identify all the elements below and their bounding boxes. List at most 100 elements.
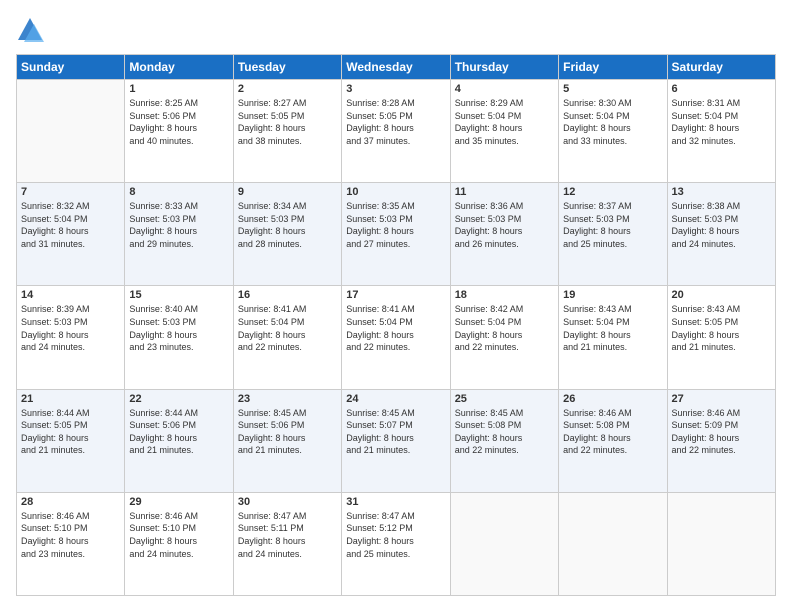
day-info: Sunrise: 8:34 AM Sunset: 5:03 PM Dayligh… [238, 200, 337, 250]
calendar-day-cell: 17Sunrise: 8:41 AM Sunset: 5:04 PM Dayli… [342, 286, 450, 389]
calendar-day-cell: 1 Sunrise: 8:25 AM Sunset: 5:06 PM Daylig… [125, 80, 233, 183]
calendar-day-cell: 16Sunrise: 8:41 AM Sunset: 5:04 PM Dayli… [233, 286, 341, 389]
calendar-day-cell: 9 Sunrise: 8:34 AM Sunset: 5:03 PM Daylig… [233, 183, 341, 286]
day-number: 24 [346, 393, 445, 405]
weekday-header: Saturday [667, 55, 775, 80]
calendar-day-cell: 14 Sunrise: 8:39 AM Sunset: 5:03 PM Dayli… [17, 286, 125, 389]
day-info: Sunrise: 8:39 AM Sunset: 5:03 PM Dayligh… [21, 303, 120, 353]
day-info: Sunrise: 8:44 AM Sunset: 5:05 PM Dayligh… [21, 407, 120, 457]
calendar-day-cell: 20 Sunrise: 8:43 AM Sunset: 5:05 PM Dayli… [667, 286, 775, 389]
day-number: 5 [563, 83, 662, 95]
calendar-day-cell: 8 Sunrise: 8:33 AM Sunset: 5:03 PM Daylig… [125, 183, 233, 286]
day-info: Sunrise: 8:44 AM Sunset: 5:06 PM Dayligh… [129, 407, 228, 457]
calendar-day-cell: 11 Sunrise: 8:36 AM Sunset: 5:03 PM Dayli… [450, 183, 558, 286]
day-number: 3 [346, 83, 445, 95]
weekday-header: Friday [559, 55, 667, 80]
day-number: 19 [563, 289, 662, 301]
calendar-day-cell: 18 Sunrise: 8:42 AM Sunset: 5:04 PM Dayli… [450, 286, 558, 389]
calendar-day-cell: 29Sunrise: 8:46 AM Sunset: 5:10 PM Dayli… [125, 492, 233, 595]
day-number: 30 [238, 496, 337, 508]
calendar-day-cell [17, 80, 125, 183]
day-info: Sunrise: 8:27 AM Sunset: 5:05 PM Dayligh… [238, 97, 337, 147]
day-number: 16 [238, 289, 337, 301]
calendar-header-row: SundayMondayTuesdayWednesdayThursdayFrid… [17, 55, 776, 80]
day-number: 21 [21, 393, 120, 405]
calendar-day-cell: 31 Sunrise: 8:47 AM Sunset: 5:12 PM Dayli… [342, 492, 450, 595]
day-number: 6 [672, 83, 771, 95]
day-info: Sunrise: 8:35 AM Sunset: 5:03 PM Dayligh… [346, 200, 445, 250]
calendar-day-cell: 22 Sunrise: 8:44 AM Sunset: 5:06 PM Dayli… [125, 389, 233, 492]
calendar-day-cell: 25 Sunrise: 8:45 AM Sunset: 5:08 PM Dayli… [450, 389, 558, 492]
day-info: Sunrise: 8:42 AM Sunset: 5:04 PM Dayligh… [455, 303, 554, 353]
day-info: Sunrise: 8:46 AM Sunset: 5:10 PM Dayligh… [21, 510, 120, 560]
day-number: 11 [455, 186, 554, 198]
day-number: 23 [238, 393, 337, 405]
calendar-day-cell: 6Sunrise: 8:31 AM Sunset: 5:04 PM Daylig… [667, 80, 775, 183]
calendar-day-cell [450, 492, 558, 595]
day-info: Sunrise: 8:46 AM Sunset: 5:08 PM Dayligh… [563, 407, 662, 457]
calendar-day-cell: 13 Sunrise: 8:38 AM Sunset: 5:03 PM Dayli… [667, 183, 775, 286]
day-info: Sunrise: 8:40 AM Sunset: 5:03 PM Dayligh… [129, 303, 228, 353]
calendar-day-cell [559, 492, 667, 595]
day-info: Sunrise: 8:46 AM Sunset: 5:09 PM Dayligh… [672, 407, 771, 457]
day-number: 26 [563, 393, 662, 405]
day-info: Sunrise: 8:43 AM Sunset: 5:04 PM Dayligh… [563, 303, 662, 353]
day-number: 22 [129, 393, 228, 405]
calendar-day-cell: 15 Sunrise: 8:40 AM Sunset: 5:03 PM Dayli… [125, 286, 233, 389]
day-number: 25 [455, 393, 554, 405]
day-info: Sunrise: 8:47 AM Sunset: 5:12 PM Dayligh… [346, 510, 445, 560]
day-number: 7 [21, 186, 120, 198]
calendar-day-cell: 2 Sunrise: 8:27 AM Sunset: 5:05 PM Daylig… [233, 80, 341, 183]
day-info: Sunrise: 8:38 AM Sunset: 5:03 PM Dayligh… [672, 200, 771, 250]
day-number: 15 [129, 289, 228, 301]
calendar-week-row: 21 Sunrise: 8:44 AM Sunset: 5:05 PM Dayli… [17, 389, 776, 492]
header [16, 16, 776, 44]
calendar-week-row: 7 Sunrise: 8:32 AM Sunset: 5:04 PM Daylig… [17, 183, 776, 286]
calendar-day-cell: 24Sunrise: 8:45 AM Sunset: 5:07 PM Dayli… [342, 389, 450, 492]
weekday-header: Tuesday [233, 55, 341, 80]
day-number: 8 [129, 186, 228, 198]
logo [16, 16, 48, 44]
day-number: 31 [346, 496, 445, 508]
day-info: Sunrise: 8:29 AM Sunset: 5:04 PM Dayligh… [455, 97, 554, 147]
day-number: 2 [238, 83, 337, 95]
day-info: Sunrise: 8:28 AM Sunset: 5:05 PM Dayligh… [346, 97, 445, 147]
day-number: 14 [21, 289, 120, 301]
day-number: 13 [672, 186, 771, 198]
day-number: 17 [346, 289, 445, 301]
day-number: 1 [129, 83, 228, 95]
day-info: Sunrise: 8:43 AM Sunset: 5:05 PM Dayligh… [672, 303, 771, 353]
day-number: 20 [672, 289, 771, 301]
logo-icon [16, 16, 44, 44]
weekday-header: Sunday [17, 55, 125, 80]
day-info: Sunrise: 8:36 AM Sunset: 5:03 PM Dayligh… [455, 200, 554, 250]
day-number: 28 [21, 496, 120, 508]
calendar-week-row: 28 Sunrise: 8:46 AM Sunset: 5:10 PM Dayli… [17, 492, 776, 595]
day-number: 10 [346, 186, 445, 198]
calendar-week-row: 1 Sunrise: 8:25 AM Sunset: 5:06 PM Daylig… [17, 80, 776, 183]
weekday-header: Thursday [450, 55, 558, 80]
calendar-day-cell: 27 Sunrise: 8:46 AM Sunset: 5:09 PM Dayli… [667, 389, 775, 492]
day-number: 9 [238, 186, 337, 198]
day-info: Sunrise: 8:33 AM Sunset: 5:03 PM Dayligh… [129, 200, 228, 250]
day-number: 4 [455, 83, 554, 95]
calendar-day-cell: 4 Sunrise: 8:29 AM Sunset: 5:04 PM Daylig… [450, 80, 558, 183]
day-number: 18 [455, 289, 554, 301]
calendar-day-cell: 28 Sunrise: 8:46 AM Sunset: 5:10 PM Dayli… [17, 492, 125, 595]
weekday-header: Monday [125, 55, 233, 80]
day-info: Sunrise: 8:45 AM Sunset: 5:06 PM Dayligh… [238, 407, 337, 457]
calendar-week-row: 14 Sunrise: 8:39 AM Sunset: 5:03 PM Dayli… [17, 286, 776, 389]
day-number: 27 [672, 393, 771, 405]
calendar-day-cell [667, 492, 775, 595]
calendar-day-cell: 21 Sunrise: 8:44 AM Sunset: 5:05 PM Dayli… [17, 389, 125, 492]
calendar-day-cell: 5Sunrise: 8:30 AM Sunset: 5:04 PM Daylig… [559, 80, 667, 183]
day-info: Sunrise: 8:25 AM Sunset: 5:06 PM Dayligh… [129, 97, 228, 147]
day-info: Sunrise: 8:45 AM Sunset: 5:08 PM Dayligh… [455, 407, 554, 457]
day-info: Sunrise: 8:47 AM Sunset: 5:11 PM Dayligh… [238, 510, 337, 560]
calendar-day-cell: 10 Sunrise: 8:35 AM Sunset: 5:03 PM Dayli… [342, 183, 450, 286]
calendar-day-cell: 26 Sunrise: 8:46 AM Sunset: 5:08 PM Dayli… [559, 389, 667, 492]
day-info: Sunrise: 8:37 AM Sunset: 5:03 PM Dayligh… [563, 200, 662, 250]
day-number: 12 [563, 186, 662, 198]
day-info: Sunrise: 8:32 AM Sunset: 5:04 PM Dayligh… [21, 200, 120, 250]
calendar-table: SundayMondayTuesdayWednesdayThursdayFrid… [16, 54, 776, 596]
